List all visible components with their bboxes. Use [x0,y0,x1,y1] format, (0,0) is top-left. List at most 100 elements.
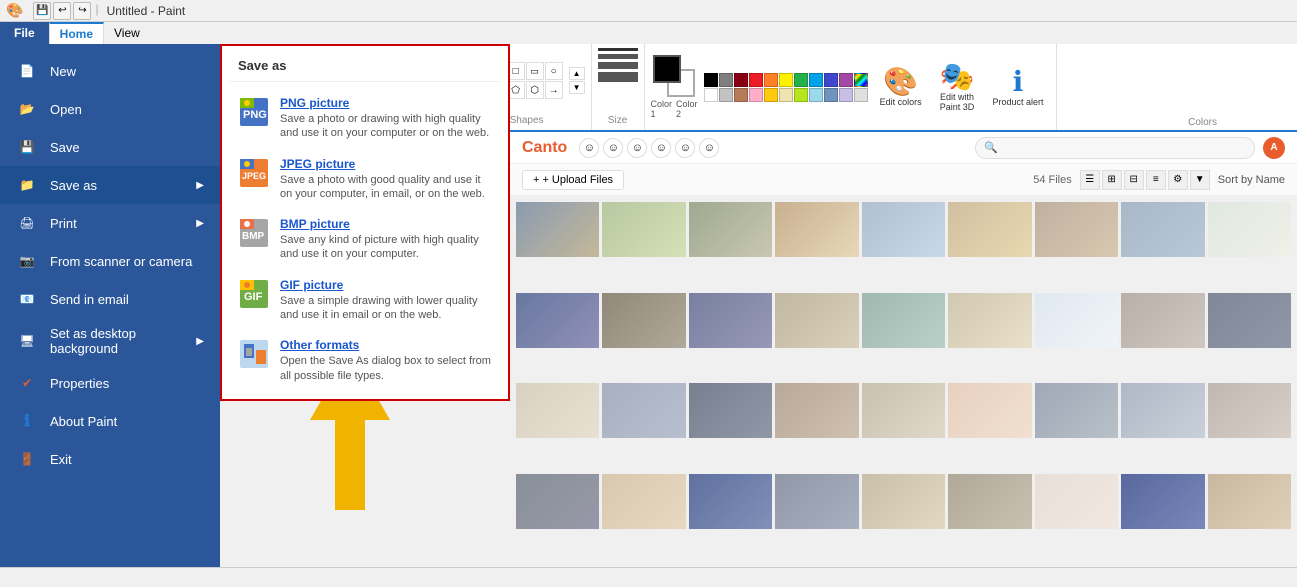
save-as-jpeg[interactable]: JPEG JPEG picture Save a photo with good… [230,149,500,210]
canto-nav-5[interactable]: ☺ [675,138,695,158]
photo-thumb[interactable] [948,383,1031,438]
shape-round-rect[interactable]: ▭ [526,62,544,80]
swatch-rainbow[interactable] [854,73,868,87]
save-as-bmp[interactable]: BMP BMP picture Save any kind of picture… [230,209,500,270]
photo-thumb[interactable] [1121,383,1204,438]
photo-thumb[interactable] [516,293,599,348]
swatch-indigo[interactable] [824,73,838,87]
size-m[interactable] [598,54,638,59]
swatch-green[interactable] [794,73,808,87]
swatch-black[interactable] [704,73,718,87]
photo-thumb[interactable] [1035,202,1118,257]
view-compact-btn[interactable]: ⊟ [1124,170,1144,190]
menu-new[interactable]: 📄 New [0,52,220,90]
shapes-up-btn[interactable]: ▲ [569,67,585,80]
photo-thumb[interactable] [602,383,685,438]
size-xl[interactable] [598,72,638,82]
canto-nav-3[interactable]: ☺ [627,138,647,158]
photo-thumb[interactable] [1035,293,1118,348]
photo-thumb[interactable] [1208,202,1291,257]
photo-thumb[interactable] [775,383,858,438]
menu-open[interactable]: 📂 Open [0,90,220,128]
canto-search-bar[interactable]: 🔍 [975,137,1255,159]
photo-thumb[interactable] [862,202,945,257]
photo-thumb[interactable] [602,474,685,529]
photo-thumb[interactable] [775,293,858,348]
swatch-slateblue[interactable] [824,88,838,102]
canto-nav-1[interactable]: ☺ [579,138,599,158]
swatch-lightgray[interactable] [719,88,733,102]
swatch-extra[interactable] [854,88,868,102]
swatch-darkred[interactable] [734,73,748,87]
menu-exit[interactable]: 🚪 Exit [0,440,220,478]
edit-paint3d-btn[interactable]: 🎭 Edit withPaint 3D [934,59,981,116]
photo-thumb[interactable] [1121,474,1204,529]
photo-thumb[interactable] [1121,293,1204,348]
menu-save[interactable]: 💾 Save [0,128,220,166]
canto-nav-4[interactable]: ☺ [651,138,671,158]
photo-thumb[interactable] [1208,383,1291,438]
tab-view[interactable]: View [104,22,150,44]
photo-thumb[interactable] [602,293,685,348]
save-as-gif[interactable]: GIF GIF picture Save a simple drawing wi… [230,270,500,331]
swatch-gray[interactable] [719,73,733,87]
photo-thumb[interactable] [862,383,945,438]
photo-thumb[interactable] [948,293,1031,348]
sort-label[interactable]: Sort by Name [1218,174,1285,186]
shape-arrow[interactable]: → [545,81,563,99]
undo-btn[interactable]: ↩ [53,2,71,20]
file-tab[interactable]: File [0,22,49,44]
size-s[interactable] [598,48,638,51]
view-grid-btn[interactable]: ⊞ [1102,170,1122,190]
menu-print[interactable]: 🖨 Print ▶ [0,204,220,242]
menu-save-as[interactable]: 📁 Save as ▶ [0,166,220,204]
redo-btn[interactable]: ↪ [73,2,91,20]
view-filter-btn[interactable]: ▼ [1190,170,1210,190]
save-quick-btn[interactable]: 💾 [33,2,51,20]
photo-thumb[interactable] [689,474,772,529]
swatch-yellow[interactable] [779,73,793,87]
photo-thumb[interactable] [1121,202,1204,257]
product-alert-btn[interactable]: ℹ Product alert [986,64,1049,111]
photo-thumb[interactable] [1035,474,1118,529]
swatch-blue[interactable] [809,73,823,87]
size-l[interactable] [598,62,638,69]
edit-colors-btn[interactable]: 🎨 Edit colors [874,64,928,111]
photo-thumb[interactable] [516,202,599,257]
photo-thumb[interactable] [862,474,945,529]
menu-send-email[interactable]: 📧 Send in email [0,280,220,318]
shape-hex[interactable]: ⬡ [526,81,544,99]
photo-thumb[interactable] [1035,383,1118,438]
swatch-brown[interactable] [734,88,748,102]
swatch-orange[interactable] [764,73,778,87]
save-as-other[interactable]: Other formats Open the Save As dialog bo… [230,330,500,391]
photo-thumb[interactable] [1208,293,1291,348]
upload-files-btn[interactable]: + + Upload Files [522,170,624,190]
color1-box[interactable] [653,55,681,83]
photo-thumb[interactable] [775,202,858,257]
photo-thumb[interactable] [516,474,599,529]
shape-ellipse[interactable]: ○ [545,62,563,80]
swatch-purple[interactable] [839,73,853,87]
photo-thumb[interactable] [689,383,772,438]
photo-thumb[interactable] [948,202,1031,257]
photo-thumb[interactable] [862,293,945,348]
photo-thumb[interactable] [602,202,685,257]
photo-thumb[interactable] [1208,474,1291,529]
swatch-gold[interactable] [764,88,778,102]
canto-user-avatar[interactable]: A [1263,137,1285,159]
tab-home[interactable]: Home [49,22,104,44]
swatch-red[interactable] [749,73,763,87]
canto-nav-2[interactable]: ☺ [603,138,623,158]
menu-properties[interactable]: ✔ Properties [0,364,220,402]
photo-thumb[interactable] [689,202,772,257]
menu-about[interactable]: ℹ About Paint [0,402,220,440]
save-as-png[interactable]: PNG PNG picture Save a photo or drawing … [230,88,500,149]
photo-thumb[interactable] [689,293,772,348]
swatch-pink[interactable] [749,88,763,102]
photo-thumb[interactable] [948,474,1031,529]
photo-thumb[interactable] [775,474,858,529]
swatch-lightblue[interactable] [809,88,823,102]
canto-nav-6[interactable]: ☺ [699,138,719,158]
view-settings-btn[interactable]: ⚙ [1168,170,1188,190]
